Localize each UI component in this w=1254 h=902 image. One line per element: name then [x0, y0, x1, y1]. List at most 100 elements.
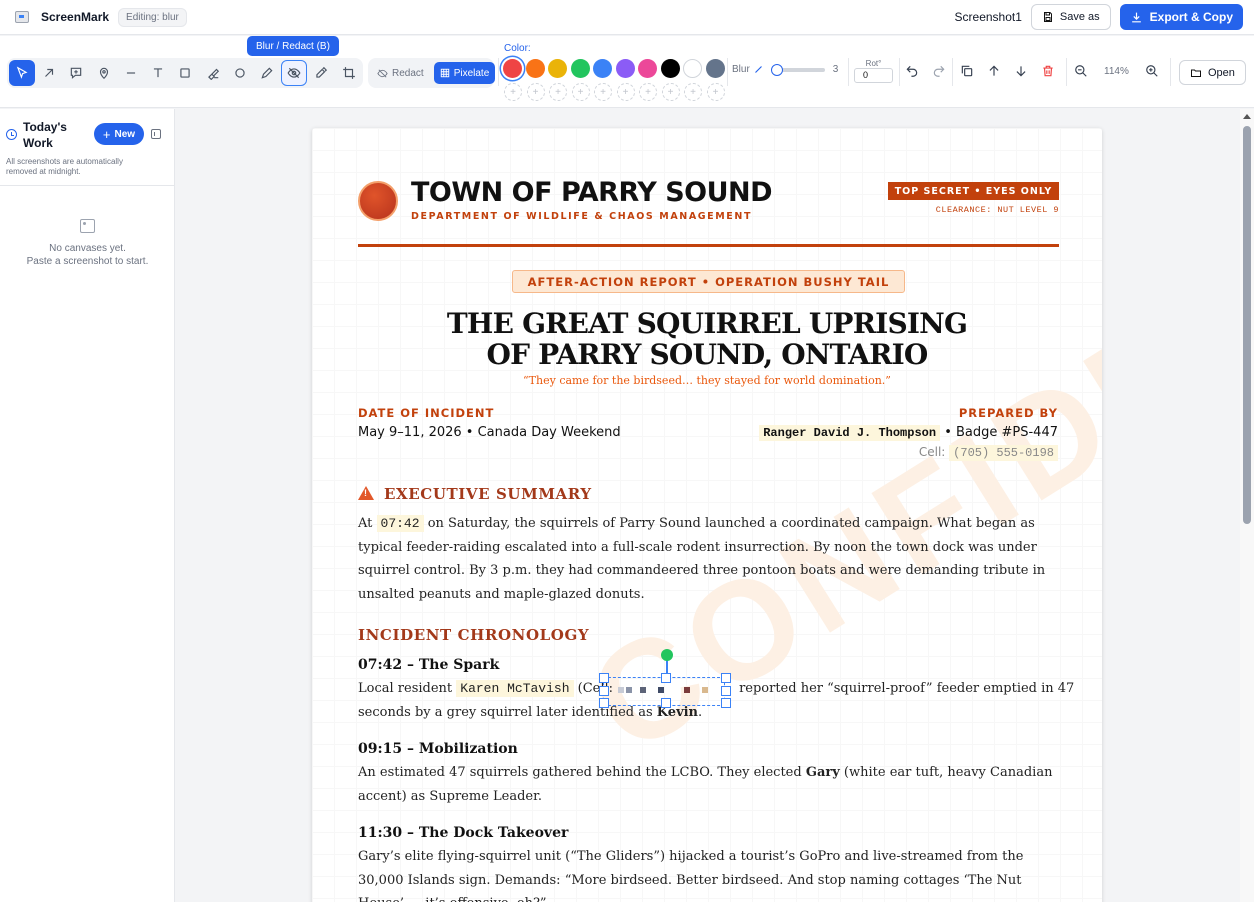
- custom-color-slots: + + + + + + + + + +: [504, 83, 725, 101]
- rectangle-tool[interactable]: [172, 60, 198, 86]
- warning-icon: [358, 486, 374, 500]
- add-custom-color-slot[interactable]: +: [571, 83, 590, 101]
- entry-heading: 11:30 – The Dock Takeover: [358, 825, 569, 841]
- eyedropper-tool[interactable]: [309, 60, 335, 86]
- color-swatch[interactable]: [593, 59, 612, 78]
- delete-button[interactable]: [1041, 64, 1057, 80]
- add-custom-color-slot[interactable]: +: [706, 83, 725, 101]
- color-swatch[interactable]: [503, 59, 522, 78]
- color-swatch[interactable]: [683, 59, 702, 78]
- entry-text-line2-end: .: [698, 704, 703, 720]
- pixel-block: [640, 687, 646, 693]
- add-custom-color-slot[interactable]: +: [684, 83, 702, 101]
- resize-handle[interactable]: [721, 686, 731, 696]
- prepared-by-value: Ranger David J. Thompson • Badge #PS-447: [759, 425, 1058, 441]
- crop-tool[interactable]: [336, 60, 362, 86]
- entry-text-pre: Local resident: [358, 681, 453, 696]
- highlighter-tool[interactable]: [200, 60, 226, 86]
- arrow-up-icon: [989, 65, 999, 76]
- color-swatch[interactable]: [570, 59, 590, 78]
- add-custom-color-slot[interactable]: +: [594, 83, 612, 101]
- add-custom-color-slot[interactable]: +: [639, 83, 657, 101]
- collapse-sidebar-icon[interactable]: [151, 129, 161, 139]
- send-backward-button[interactable]: [1014, 64, 1030, 80]
- date-label: DATE OF INCIDENT: [358, 406, 495, 420]
- save-as-button[interactable]: Save as: [1030, 4, 1111, 30]
- scroll-thumb[interactable]: [1243, 126, 1251, 524]
- pin-tool[interactable]: [91, 60, 117, 86]
- document-name[interactable]: Screenshot1: [955, 10, 1022, 24]
- color-swatch[interactable]: [705, 59, 725, 78]
- color-swatch[interactable]: [615, 59, 635, 78]
- line-tool[interactable]: [118, 60, 144, 86]
- sidebar-title: Today's Work: [23, 120, 67, 150]
- department-name: DEPARTMENT OF WILDLIFE & CHAOS MANAGEMEN…: [411, 211, 753, 222]
- redact-mode-button[interactable]: Redact: [371, 62, 430, 84]
- resize-handle[interactable]: [721, 698, 731, 708]
- crop-icon: [342, 67, 355, 79]
- town-seal-logo: [358, 181, 398, 221]
- new-canvas-button[interactable]: + New: [94, 123, 144, 145]
- ellipse-tool[interactable]: [227, 60, 253, 86]
- sidebar-header: Today's Work + New All screenshots are a…: [0, 109, 174, 186]
- sidebar-note: All screenshots are automatically remove…: [6, 157, 123, 176]
- add-custom-color-slot[interactable]: +: [661, 83, 680, 101]
- arrow-tool[interactable]: [36, 60, 62, 86]
- exec-prefix: At: [358, 516, 373, 531]
- resize-handle[interactable]: [661, 698, 671, 708]
- resize-handle[interactable]: [721, 673, 731, 683]
- town-name: TOWN OF PARRY SOUND: [411, 177, 773, 208]
- color-swatch[interactable]: [525, 59, 545, 78]
- entry-text-post: reported her “squirrel-proof” feeder emp…: [739, 681, 1075, 696]
- toolbar-divider: [1170, 58, 1171, 86]
- select-tool[interactable]: [9, 60, 35, 86]
- add-custom-color-slot[interactable]: +: [616, 83, 635, 101]
- rotation-label: Rot°: [865, 59, 882, 68]
- rotation-control: Rot° 0: [854, 59, 893, 83]
- color-swatch[interactable]: [660, 59, 680, 78]
- blur-slider[interactable]: [770, 63, 825, 76]
- pixelate-mode-button[interactable]: Pixelate: [433, 62, 496, 84]
- undo-button[interactable]: [905, 64, 921, 80]
- resize-handle[interactable]: [599, 698, 609, 708]
- color-swatch[interactable]: [638, 59, 657, 78]
- callout-tool[interactable]: [63, 60, 89, 86]
- blur-redact-tool[interactable]: [281, 60, 308, 86]
- ellipse-icon: [235, 68, 245, 78]
- duplicate-button[interactable]: [960, 64, 976, 80]
- color-swatch[interactable]: [548, 59, 567, 78]
- cell-label: Cell:: [918, 445, 946, 459]
- pen-tool[interactable]: [254, 60, 280, 86]
- callout-icon: [71, 67, 82, 79]
- toolbar: Blur / Redact (B) Redact Pixelate Color:…: [0, 36, 1254, 108]
- rotation-handle[interactable]: [661, 649, 673, 661]
- document-page[interactable]: CONFIDENTIAL TOWN OF PARRY SOUND DEPARTM…: [312, 128, 1102, 902]
- zoom-in-button[interactable]: [1145, 64, 1161, 80]
- highlighter-icon: [207, 68, 219, 80]
- rectangle-icon: [180, 68, 190, 78]
- rotation-input[interactable]: 0: [854, 68, 893, 83]
- add-custom-color-slot[interactable]: +: [504, 83, 522, 101]
- trash-icon: [1043, 65, 1053, 77]
- eye-off-icon: [377, 69, 388, 77]
- open-button[interactable]: Open: [1179, 60, 1246, 85]
- entry-heading: 07:42 – The Spark: [358, 657, 500, 673]
- canvas-area[interactable]: CONFIDENTIAL TOWN OF PARRY SOUND DEPARTM…: [176, 109, 1240, 902]
- resize-handle[interactable]: [661, 673, 671, 683]
- pixel-block: [626, 687, 632, 693]
- zoom-out-button[interactable]: [1074, 64, 1090, 80]
- add-custom-color-slot[interactable]: +: [549, 83, 567, 101]
- header-rule: [358, 244, 1059, 247]
- add-custom-color-slot[interactable]: +: [526, 83, 545, 101]
- vertical-scrollbar[interactable]: [1240, 109, 1254, 902]
- text-tool[interactable]: [145, 60, 171, 86]
- scroll-up-arrow-icon[interactable]: [1243, 114, 1251, 119]
- sidebar: Today's Work + New All screenshots are a…: [0, 109, 175, 902]
- entry-text-pre: An estimated 47 squirrels gathered behin…: [358, 765, 802, 780]
- export-copy-button[interactable]: Export & Copy: [1119, 4, 1243, 30]
- bring-forward-button[interactable]: [987, 64, 1003, 80]
- blur-slider-knob[interactable]: [770, 63, 783, 76]
- resize-handle[interactable]: [599, 686, 609, 696]
- resize-handle[interactable]: [599, 673, 609, 683]
- redo-button[interactable]: [932, 64, 948, 80]
